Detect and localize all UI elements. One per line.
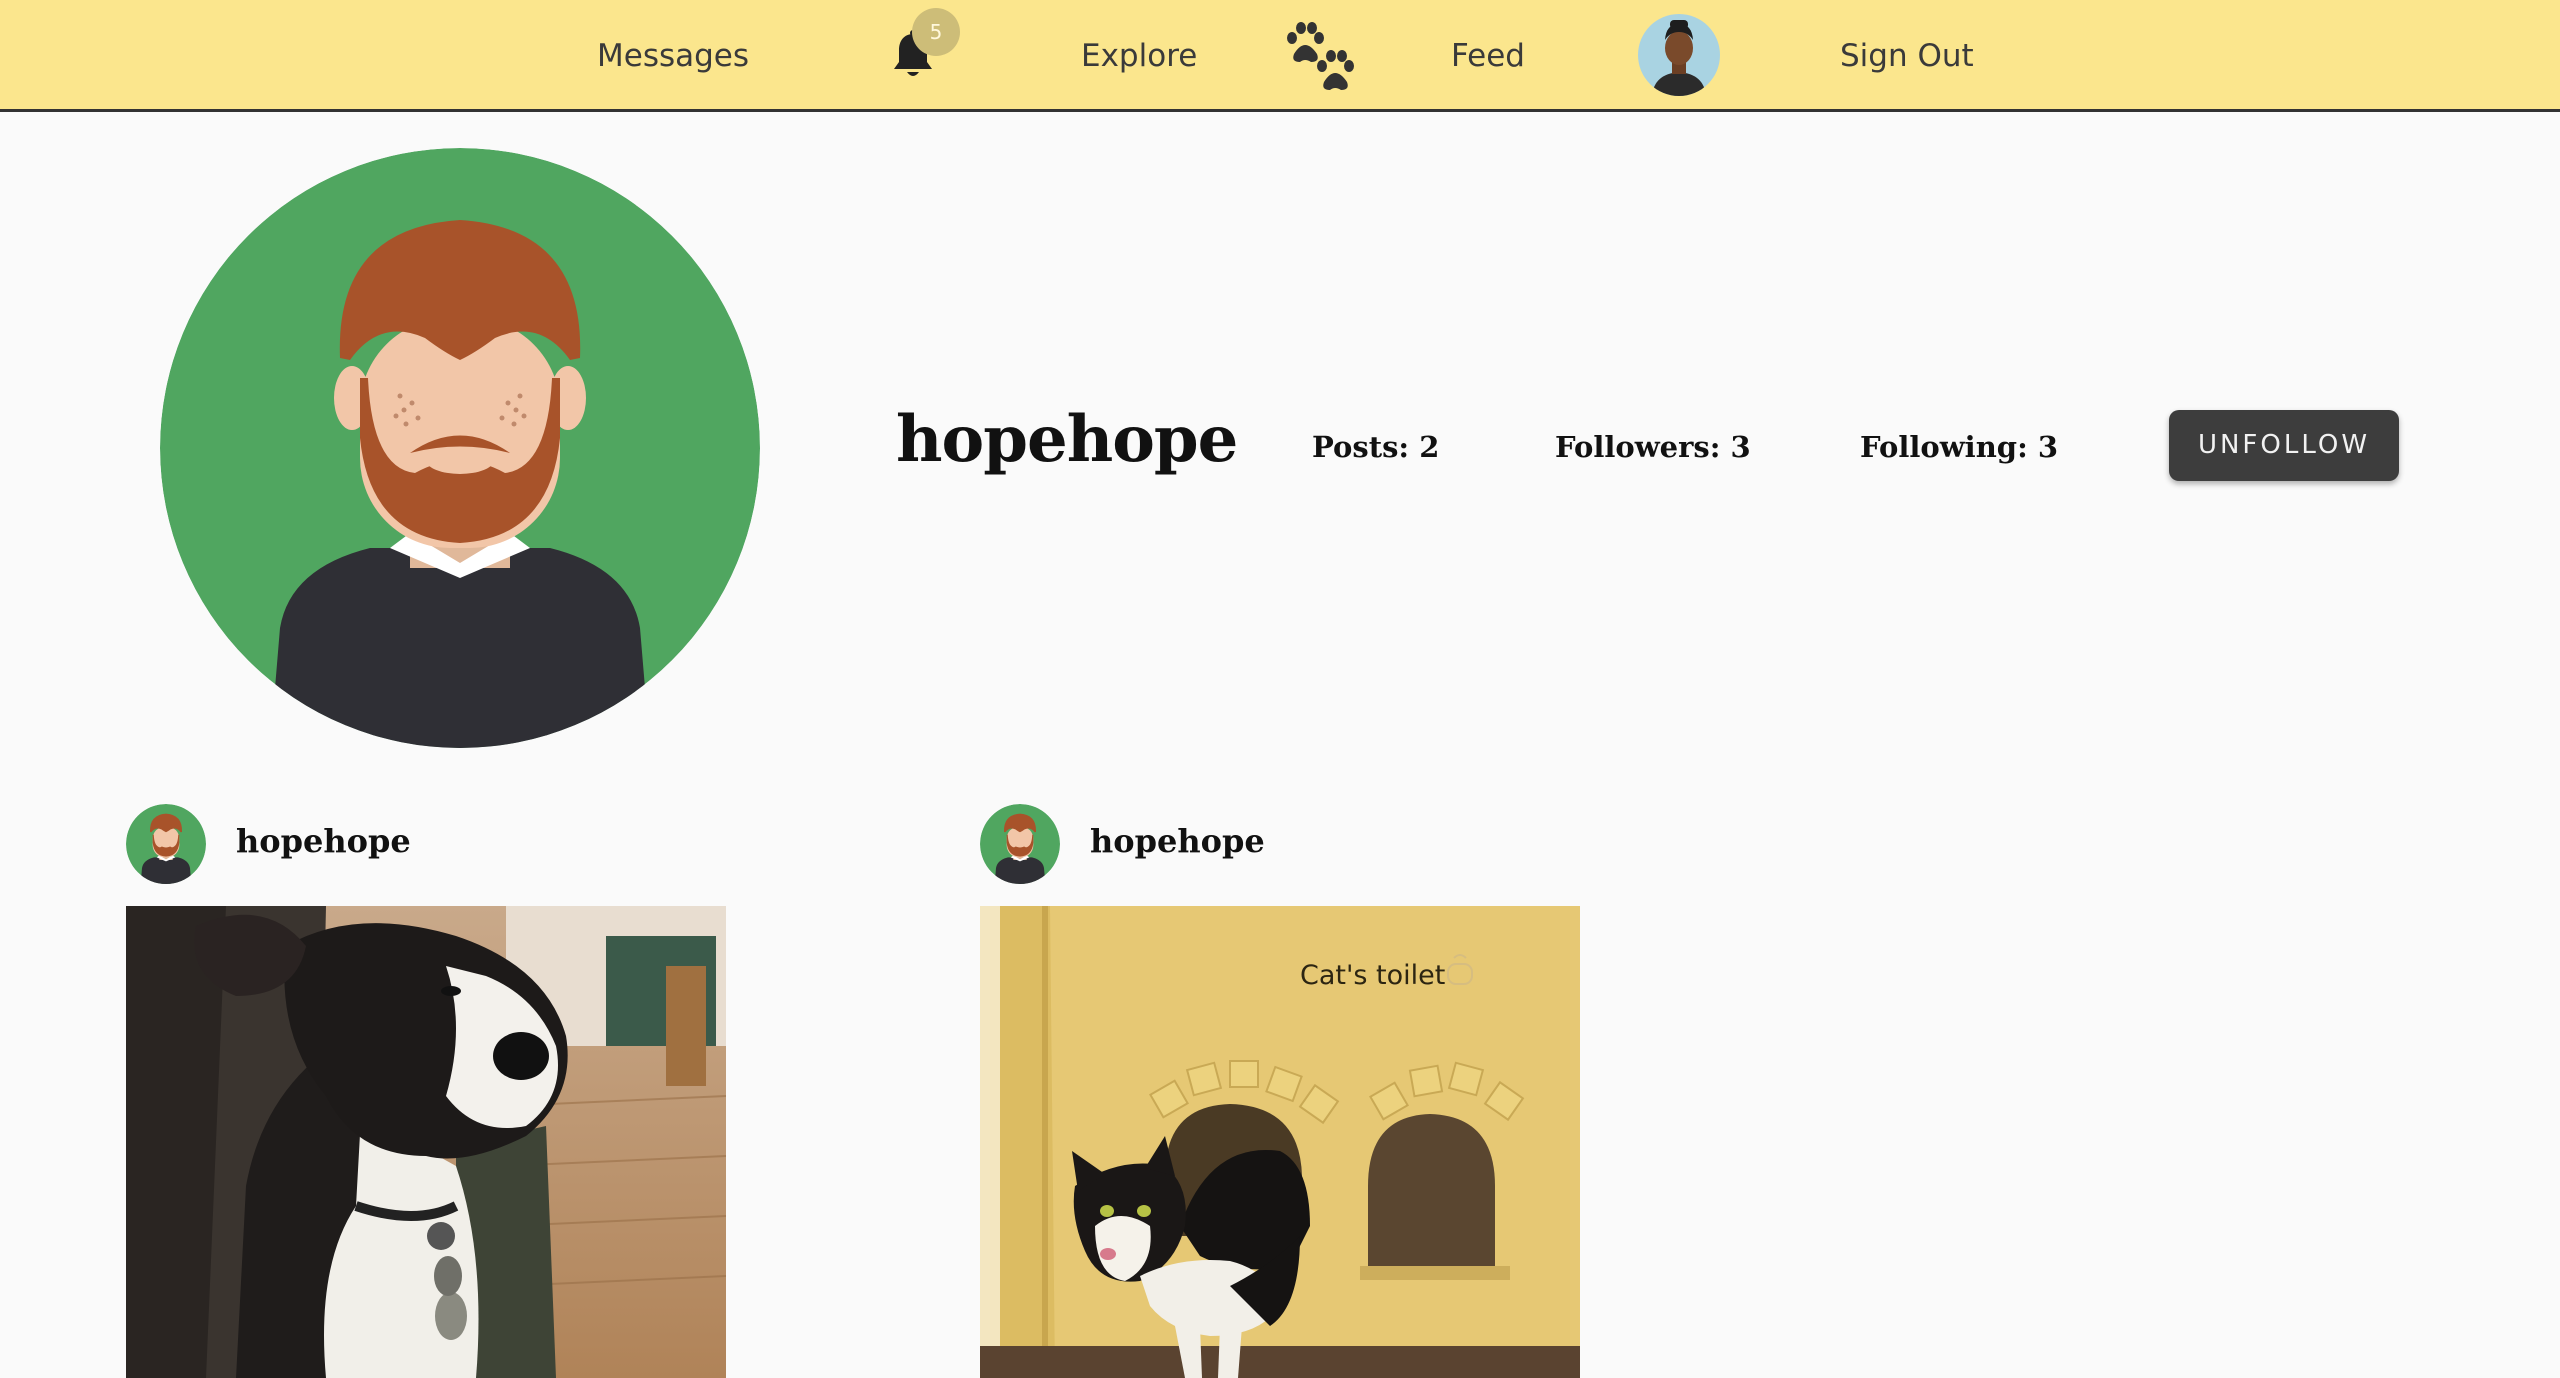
post-author-name[interactable]: hopehope: [1090, 822, 1265, 860]
post-author-avatar[interactable]: [980, 804, 1060, 884]
dog-photo-image: [126, 906, 726, 1378]
sign-out-link[interactable]: Sign Out: [1840, 0, 1974, 112]
following-count[interactable]: Following: 3: [1860, 430, 2058, 464]
nav-explore-link[interactable]: Explore: [1081, 0, 1197, 112]
avatar-illustration: [160, 148, 760, 748]
avatar-image: [1638, 14, 1720, 96]
posts-count: Posts: 2: [1312, 430, 1440, 464]
user-avatar[interactable]: [1638, 14, 1720, 96]
notification-badge: 5: [912, 8, 960, 56]
unfollow-button[interactable]: UNFOLLOW: [2169, 410, 2399, 481]
sign-text: Cat's toilet: [1300, 960, 1445, 991]
profile-username: hopehope: [896, 402, 1238, 477]
post-header: hopehope: [126, 800, 726, 884]
dog-photo[interactable]: [126, 906, 726, 1378]
avatar-illustration: [980, 804, 1060, 884]
post-card: hopehope Cat's toilet: [980, 800, 1580, 1378]
post-header: hopehope: [980, 800, 1580, 884]
avatar-illustration: [126, 804, 206, 884]
post-author-name[interactable]: hopehope: [236, 822, 411, 860]
paw-icon[interactable]: [1282, 20, 1354, 90]
cat-photo-image: Cat's toilet: [980, 906, 1580, 1378]
followers-count[interactable]: Followers: 3: [1555, 430, 1751, 464]
cat-photo[interactable]: Cat's toilet: [980, 906, 1580, 1378]
profile-avatar: [160, 148, 760, 748]
post-author-avatar[interactable]: [126, 804, 206, 884]
post-card: hopehope: [126, 800, 726, 1378]
top-nav: Messages 5 Explore Feed Sign Out: [0, 0, 2560, 112]
nav-feed-link[interactable]: Feed: [1451, 0, 1525, 112]
nav-messages-link[interactable]: Messages: [597, 0, 749, 112]
